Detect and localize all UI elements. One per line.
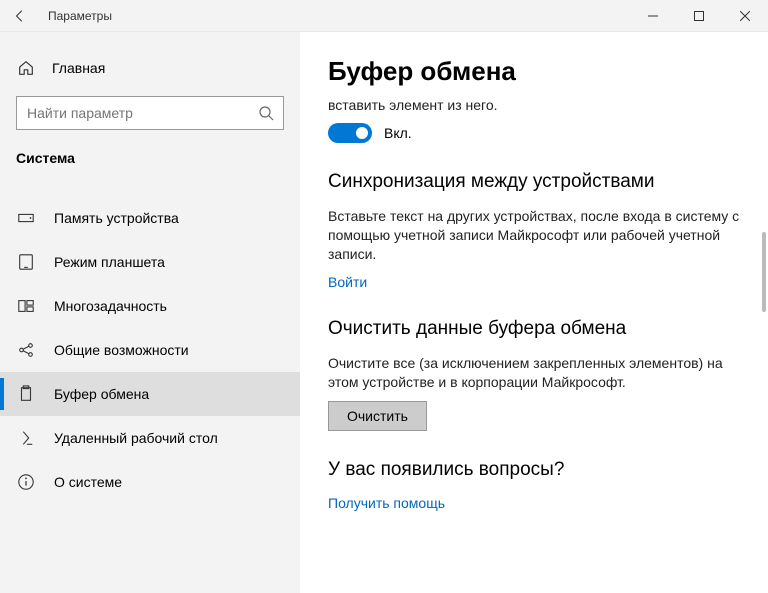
search-icon bbox=[249, 96, 283, 130]
sidebar: Главная Система Память устройства bbox=[0, 32, 300, 593]
nav-item-storage[interactable]: Память устройства bbox=[0, 196, 300, 240]
nav-item-label: Память устройства bbox=[54, 210, 179, 226]
nav-item-about[interactable]: О системе bbox=[0, 460, 300, 504]
nav-home-label: Главная bbox=[52, 60, 105, 76]
home-icon bbox=[16, 58, 36, 78]
remote-icon bbox=[16, 428, 36, 448]
nav-item-shared[interactable]: Общие возможности bbox=[0, 328, 300, 372]
sync-desc: Вставьте текст на других устройствах, по… bbox=[328, 207, 740, 264]
nav-item-tablet[interactable]: Режим планшета bbox=[0, 240, 300, 284]
nav-item-multitasking[interactable]: Многозадачность bbox=[0, 284, 300, 328]
search-input[interactable] bbox=[17, 105, 249, 121]
scrollbar-thumb[interactable] bbox=[762, 232, 766, 312]
help-link[interactable]: Получить помощь bbox=[328, 495, 445, 511]
nav-home[interactable]: Главная bbox=[0, 48, 300, 88]
clear-desc: Очистите все (за исключением закрепленны… bbox=[328, 354, 740, 392]
search-box[interactable] bbox=[16, 96, 284, 130]
history-toggle[interactable] bbox=[328, 123, 372, 143]
nav-item-label: Режим планшета bbox=[54, 254, 165, 270]
nav-item-label: Многозадачность bbox=[54, 298, 167, 314]
nav-item-label: Общие возможности bbox=[54, 342, 189, 358]
info-icon bbox=[16, 472, 36, 492]
window-title: Параметры bbox=[40, 9, 112, 23]
minimize-button[interactable] bbox=[630, 0, 676, 32]
close-button[interactable] bbox=[722, 0, 768, 32]
page-title: Буфер обмена bbox=[328, 56, 740, 87]
nav-item-label: Удаленный рабочий стол bbox=[54, 430, 218, 446]
storage-icon bbox=[16, 208, 36, 228]
titlebar: Параметры bbox=[0, 0, 768, 32]
nav-item-label: Буфер обмена bbox=[54, 386, 149, 402]
tablet-icon bbox=[16, 252, 36, 272]
content-pane: Буфер обмена вставить элемент из него. В… bbox=[300, 32, 768, 593]
back-button[interactable] bbox=[0, 0, 40, 32]
toggle-label: Вкл. bbox=[384, 125, 412, 141]
sync-heading: Синхронизация между устройствами bbox=[328, 171, 740, 193]
clear-button[interactable]: Очистить bbox=[328, 401, 427, 431]
nav-item-clipboard[interactable]: Буфер обмена bbox=[0, 372, 300, 416]
help-heading: У вас появились вопросы? bbox=[328, 459, 740, 481]
nav-item-label: О системе bbox=[54, 474, 122, 490]
signin-link[interactable]: Войти bbox=[328, 274, 367, 290]
clear-heading: Очистить данные буфера обмена bbox=[328, 318, 740, 340]
nav-item-remote[interactable]: Удаленный рабочий стол bbox=[0, 416, 300, 460]
shared-icon bbox=[16, 340, 36, 360]
history-desc: вставить элемент из него. bbox=[328, 97, 740, 113]
multitasking-icon bbox=[16, 296, 36, 316]
clipboard-icon bbox=[16, 384, 36, 404]
maximize-button[interactable] bbox=[676, 0, 722, 32]
nav-category: Система bbox=[0, 142, 300, 176]
